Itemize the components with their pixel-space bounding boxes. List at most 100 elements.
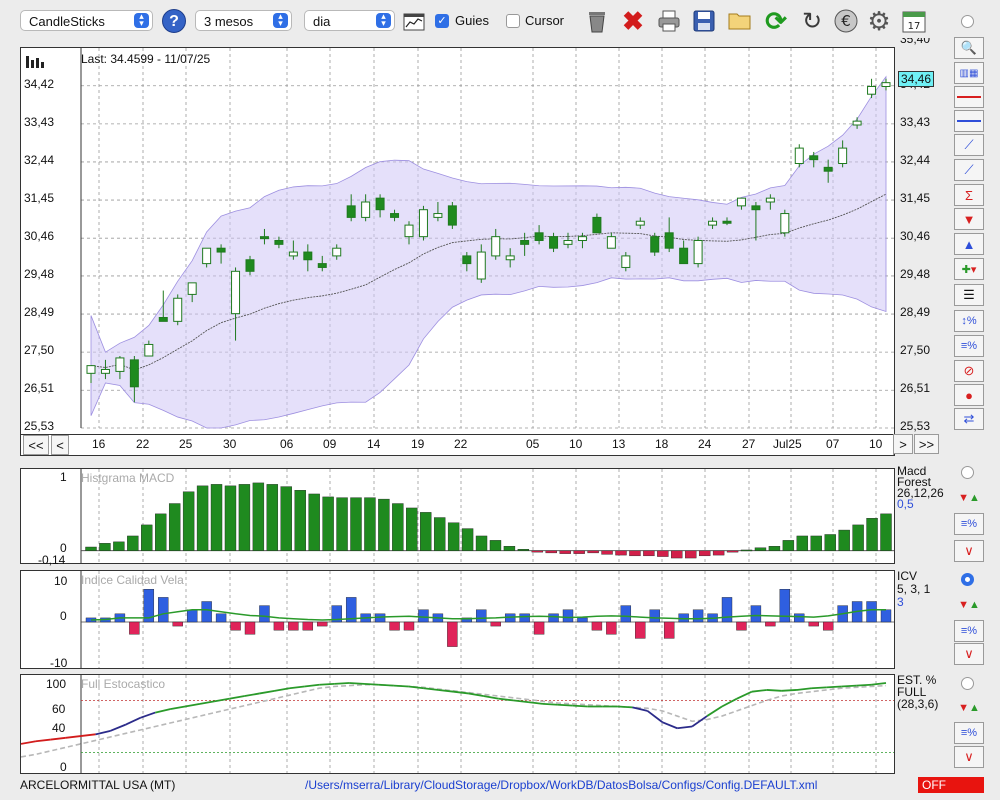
icv-signal-icon[interactable]: ▼ ▲ [954,594,984,616]
fibonacci-icon[interactable]: ⟋ [954,134,984,156]
horizontal-line-blue-icon[interactable] [954,110,984,132]
macd-bar [503,546,516,551]
icv-bar [244,621,256,635]
stoch-main-line [766,689,782,692]
stoch-panel-radio[interactable] [961,677,974,690]
icv-bar [663,621,675,639]
stoch-main-line [140,711,156,719]
period-select[interactable]: 3 mesos ▴ ▾ [195,10,292,31]
macd-percent-icon[interactable]: ≡% [954,513,984,535]
lines-icon[interactable]: ☰ [954,284,984,306]
interval-select[interactable]: dia ▴ ▾ [304,10,395,31]
stoch-main-line [259,689,275,695]
stoch-main-line [646,710,663,723]
candle [708,220,718,226]
icv-bar [317,621,328,627]
macd-bar [754,547,767,551]
calendar-icon[interactable]: 17 [900,7,928,35]
candle [129,359,139,388]
stoch-main-line [736,690,753,700]
delete-icon[interactable]: ✖ [619,6,647,36]
bar-chart-icon [26,54,46,71]
print-icon[interactable] [655,7,683,35]
guides-checkbox[interactable]: ✓ [435,14,449,28]
price-chart[interactable] [21,48,895,456]
percent-lines-icon[interactable]: ≡% [954,335,984,357]
price-ytick-right: 28,49 [900,305,931,320]
macd-panel-radio[interactable] [961,466,974,479]
macd-signal-icon[interactable]: ▼ ▲ [954,487,984,509]
off-status-badge[interactable]: OFF [918,777,984,793]
open-folder-icon[interactable] [726,7,754,35]
stoch-signal-icon[interactable]: ▼ ▲ [954,697,984,719]
zoom-icon[interactable]: 🔍 [954,37,984,59]
icv-curve-icon[interactable]: ∨ [954,643,984,665]
record-icon[interactable]: ● [954,384,984,406]
candle [722,220,732,224]
cursor-checkbox[interactable] [506,14,520,28]
date-tick: 06 [280,437,294,451]
candle [780,213,790,234]
save-icon[interactable] [690,7,718,35]
arrow-up-icon[interactable]: ▲ [954,233,984,255]
help-button[interactable]: ? [162,9,186,33]
macd-bar [796,535,809,551]
candle [751,205,761,211]
icv-bar [577,617,588,623]
macd-legend: Macd Forest 26,12,26 0,5 [897,465,944,510]
icv-ytick-m10: -10 [50,656,68,670]
candle [231,270,241,315]
horizontal-line-red-icon[interactable] [954,86,984,108]
swap-icon[interactable]: ⇄ [954,408,984,430]
macd-bar [629,550,641,557]
settings-icon[interactable]: ⚙ [865,6,893,36]
macd-bar [685,550,697,559]
percent-range-icon[interactable]: ↕% [954,310,984,332]
stoch-main-line [378,683,394,687]
stoch-main-line [334,682,350,685]
icv-panel-radio[interactable] [961,573,974,586]
panel-select-radio[interactable] [961,15,974,28]
candle [505,255,515,261]
add-signal-icon[interactable]: ✚ ▾ [954,258,984,280]
candle [867,86,877,95]
macd-title: Histgrama MACD [81,471,175,485]
date-axis: << < 16 22 25 30 06 09 14 19 22 05 10 13 18 24 27 Jul25… [21,434,894,455]
macd-curve-icon[interactable]: ∨ [954,540,984,562]
config-path-link[interactable]: /Users/mserra/Library/CloudStorage/Dropb… [305,778,817,792]
chart-type-select[interactable]: CandleSticks ▴ ▾ [20,10,153,31]
price-ytick-left: 33,43 [24,114,55,129]
icv-ytick-10: 10 [54,574,68,588]
price-ytick-left: 26,51 [24,381,55,396]
price-ytick-left: 25,53 [24,419,55,433]
refresh-icon[interactable]: ⟳ [762,6,790,36]
stoch-curve-icon[interactable]: ∨ [954,746,984,768]
macd-bar [266,484,279,551]
reload-icon[interactable]: ↻ [798,7,826,35]
sum-line-icon[interactable]: Σ [954,184,984,206]
stoch-percent-icon[interactable]: ≡% [954,722,984,744]
macd-ytick-min: -0,14 [38,553,66,567]
chart-type-icon[interactable] [400,8,428,36]
trash-icon[interactable] [583,7,611,35]
arrow-down-icon[interactable]: ▼ [954,208,984,230]
icv-bar [880,609,892,623]
icv-ytick-0: 0 [60,609,67,623]
stop-icon[interactable]: ⊘ [954,360,984,382]
currency-icon[interactable]: € [832,7,860,35]
nav-next-button-2[interactable]: > [893,434,913,454]
candle [563,240,573,245]
candle [635,220,645,226]
price-ytick-left: 30,46 [24,229,55,244]
trend-line-icon[interactable]: ⟋ [954,159,984,181]
icv-bar [230,621,241,631]
candle [433,213,443,218]
nav-last-button[interactable]: >> [914,434,939,454]
icv-percent-icon[interactable]: ≡% [954,620,984,642]
date-tick: 14 [367,437,381,451]
candle-tool-icon[interactable]: ▥▦ [954,62,984,84]
calendar-day: 17 [908,21,921,32]
icv-bar [736,621,747,631]
nav-prev-button[interactable]: < [51,435,69,455]
nav-first-button[interactable]: << [23,435,49,455]
